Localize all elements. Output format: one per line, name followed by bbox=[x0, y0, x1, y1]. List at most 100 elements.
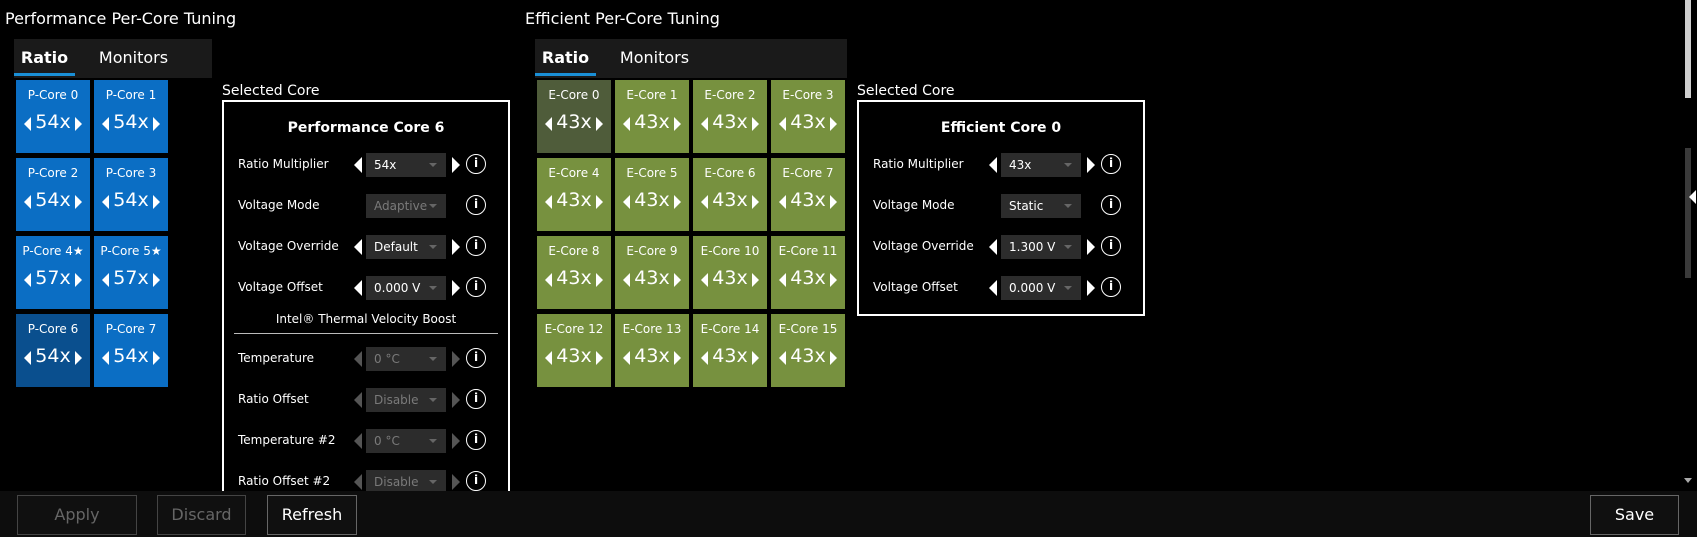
decrease-ratio-icon[interactable] bbox=[102, 351, 109, 365]
info-icon[interactable]: i bbox=[466, 471, 486, 491]
increase-ratio-icon[interactable] bbox=[752, 273, 759, 287]
ratio-offset-increase-icon[interactable] bbox=[452, 392, 460, 408]
temperature2-decrease-icon[interactable] bbox=[354, 433, 362, 449]
ratio-offset2-increase-icon[interactable] bbox=[452, 474, 460, 490]
increase-ratio-icon[interactable] bbox=[153, 351, 160, 365]
voltage-offset-dropdown[interactable]: 0.000 V bbox=[366, 276, 446, 300]
ratio-offset2-dropdown[interactable]: Disable bbox=[366, 470, 446, 491]
increase-ratio-icon[interactable] bbox=[75, 351, 82, 365]
e-core-tile-3[interactable]: E-Core 3 43x bbox=[771, 80, 845, 153]
decrease-ratio-icon[interactable] bbox=[779, 195, 786, 209]
decrease-ratio-icon[interactable] bbox=[545, 195, 552, 209]
increase-ratio-icon[interactable] bbox=[752, 195, 759, 209]
e-core-tile-2[interactable]: E-Core 2 43x bbox=[693, 80, 767, 153]
e-core-tile-7[interactable]: E-Core 7 43x bbox=[771, 158, 845, 231]
info-icon[interactable]: i bbox=[1101, 236, 1121, 256]
decrease-ratio-icon[interactable] bbox=[102, 195, 109, 209]
decrease-ratio-icon[interactable] bbox=[701, 351, 708, 365]
decrease-ratio-icon[interactable] bbox=[545, 117, 552, 131]
decrease-ratio-icon[interactable] bbox=[779, 273, 786, 287]
voltage-offset-increase-icon[interactable] bbox=[1087, 280, 1095, 296]
discard-button[interactable]: Discard bbox=[157, 495, 246, 535]
info-icon[interactable]: i bbox=[1101, 154, 1121, 174]
temperature-increase-icon[interactable] bbox=[452, 351, 460, 367]
info-icon[interactable]: i bbox=[466, 348, 486, 368]
voltage-offset-decrease-icon[interactable] bbox=[989, 280, 997, 296]
e-core-tile-0[interactable]: E-Core 0 43x bbox=[537, 80, 611, 153]
e-core-tile-5[interactable]: E-Core 5 43x bbox=[615, 158, 689, 231]
voltage-override-decrease-icon[interactable] bbox=[989, 239, 997, 255]
increase-ratio-icon[interactable] bbox=[674, 117, 681, 131]
increase-ratio-icon[interactable] bbox=[153, 117, 160, 131]
increase-ratio-icon[interactable] bbox=[830, 273, 837, 287]
decrease-ratio-icon[interactable] bbox=[779, 351, 786, 365]
ratio-offset-dropdown[interactable]: Disable bbox=[366, 388, 446, 412]
e-core-tile-9[interactable]: E-Core 9 43x bbox=[615, 236, 689, 309]
p-core-tile-5[interactable]: P-Core 5★ 57x bbox=[94, 236, 168, 309]
increase-ratio-icon[interactable] bbox=[596, 351, 603, 365]
voltage-override-dropdown[interactable]: 1.300 V bbox=[1001, 235, 1081, 259]
increase-ratio-icon[interactable] bbox=[153, 273, 160, 287]
performance-tab-ratio[interactable]: Ratio bbox=[14, 39, 75, 78]
increase-ratio-icon[interactable] bbox=[596, 195, 603, 209]
decrease-ratio-icon[interactable] bbox=[623, 117, 630, 131]
efficient-tab-monitors[interactable]: Monitors bbox=[606, 39, 703, 78]
p-core-tile-6[interactable]: P-Core 6 54x bbox=[16, 314, 90, 387]
e-core-tile-1[interactable]: E-Core 1 43x bbox=[615, 80, 689, 153]
decrease-ratio-icon[interactable] bbox=[623, 195, 630, 209]
e-core-tile-10[interactable]: E-Core 10 43x bbox=[693, 236, 767, 309]
increase-ratio-icon[interactable] bbox=[674, 351, 681, 365]
p-core-tile-2[interactable]: P-Core 2 54x bbox=[16, 158, 90, 231]
refresh-button[interactable]: Refresh bbox=[267, 495, 357, 535]
p-core-tile-7[interactable]: P-Core 7 54x bbox=[94, 314, 168, 387]
increase-ratio-icon[interactable] bbox=[752, 351, 759, 365]
p-core-tile-0[interactable]: P-Core 0 54x bbox=[16, 80, 90, 153]
temperature2-dropdown[interactable]: 0 °C bbox=[366, 429, 446, 453]
e-core-tile-12[interactable]: E-Core 12 43x bbox=[537, 314, 611, 387]
p-core-tile-4[interactable]: P-Core 4★ 57x bbox=[16, 236, 90, 309]
voltage-offset-dropdown[interactable]: 0.000 V bbox=[1001, 276, 1081, 300]
decrease-ratio-icon[interactable] bbox=[545, 273, 552, 287]
decrease-ratio-icon[interactable] bbox=[701, 273, 708, 287]
info-icon[interactable]: i bbox=[466, 236, 486, 256]
decrease-ratio-icon[interactable] bbox=[779, 117, 786, 131]
decrease-ratio-icon[interactable] bbox=[24, 117, 31, 131]
increase-ratio-icon[interactable] bbox=[830, 117, 837, 131]
temperature-decrease-icon[interactable] bbox=[354, 351, 362, 367]
ratio-multiplier-decrease-icon[interactable] bbox=[354, 157, 362, 173]
p-core-tile-3[interactable]: P-Core 3 54x bbox=[94, 158, 168, 231]
ratio-multiplier-increase-icon[interactable] bbox=[1087, 157, 1095, 173]
info-icon[interactable]: i bbox=[466, 154, 486, 174]
vertical-scrollbar[interactable] bbox=[1683, 0, 1693, 491]
temperature2-increase-icon[interactable] bbox=[452, 433, 460, 449]
decrease-ratio-icon[interactable] bbox=[24, 351, 31, 365]
increase-ratio-icon[interactable] bbox=[596, 273, 603, 287]
e-core-tile-13[interactable]: E-Core 13 43x bbox=[615, 314, 689, 387]
info-icon[interactable]: i bbox=[466, 430, 486, 450]
ratio-multiplier-dropdown[interactable]: 54x bbox=[366, 153, 446, 177]
decrease-ratio-icon[interactable] bbox=[102, 117, 109, 131]
ratio-multiplier-increase-icon[interactable] bbox=[452, 157, 460, 173]
decrease-ratio-icon[interactable] bbox=[701, 117, 708, 131]
increase-ratio-icon[interactable] bbox=[75, 195, 82, 209]
e-core-tile-11[interactable]: E-Core 11 43x bbox=[771, 236, 845, 309]
e-core-tile-15[interactable]: E-Core 15 43x bbox=[771, 314, 845, 387]
voltage-mode-dropdown[interactable]: Adaptive bbox=[366, 194, 446, 218]
decrease-ratio-icon[interactable] bbox=[24, 273, 31, 287]
temperature-dropdown[interactable]: 0 °C bbox=[366, 347, 446, 371]
ratio-multiplier-dropdown[interactable]: 43x bbox=[1001, 153, 1081, 177]
e-core-tile-6[interactable]: E-Core 6 43x bbox=[693, 158, 767, 231]
info-icon[interactable]: i bbox=[466, 195, 486, 215]
performance-tab-monitors[interactable]: Monitors bbox=[85, 39, 182, 78]
increase-ratio-icon[interactable] bbox=[674, 273, 681, 287]
scroll-down-icon[interactable] bbox=[1684, 478, 1692, 483]
voltage-mode-dropdown[interactable]: Static bbox=[1001, 194, 1081, 218]
increase-ratio-icon[interactable] bbox=[75, 117, 82, 131]
voltage-override-decrease-icon[interactable] bbox=[354, 239, 362, 255]
info-icon[interactable]: i bbox=[466, 277, 486, 297]
info-icon[interactable]: i bbox=[1101, 195, 1121, 215]
increase-ratio-icon[interactable] bbox=[830, 351, 837, 365]
p-core-tile-1[interactable]: P-Core 1 54x bbox=[94, 80, 168, 153]
voltage-override-increase-icon[interactable] bbox=[1087, 239, 1095, 255]
increase-ratio-icon[interactable] bbox=[75, 273, 82, 287]
